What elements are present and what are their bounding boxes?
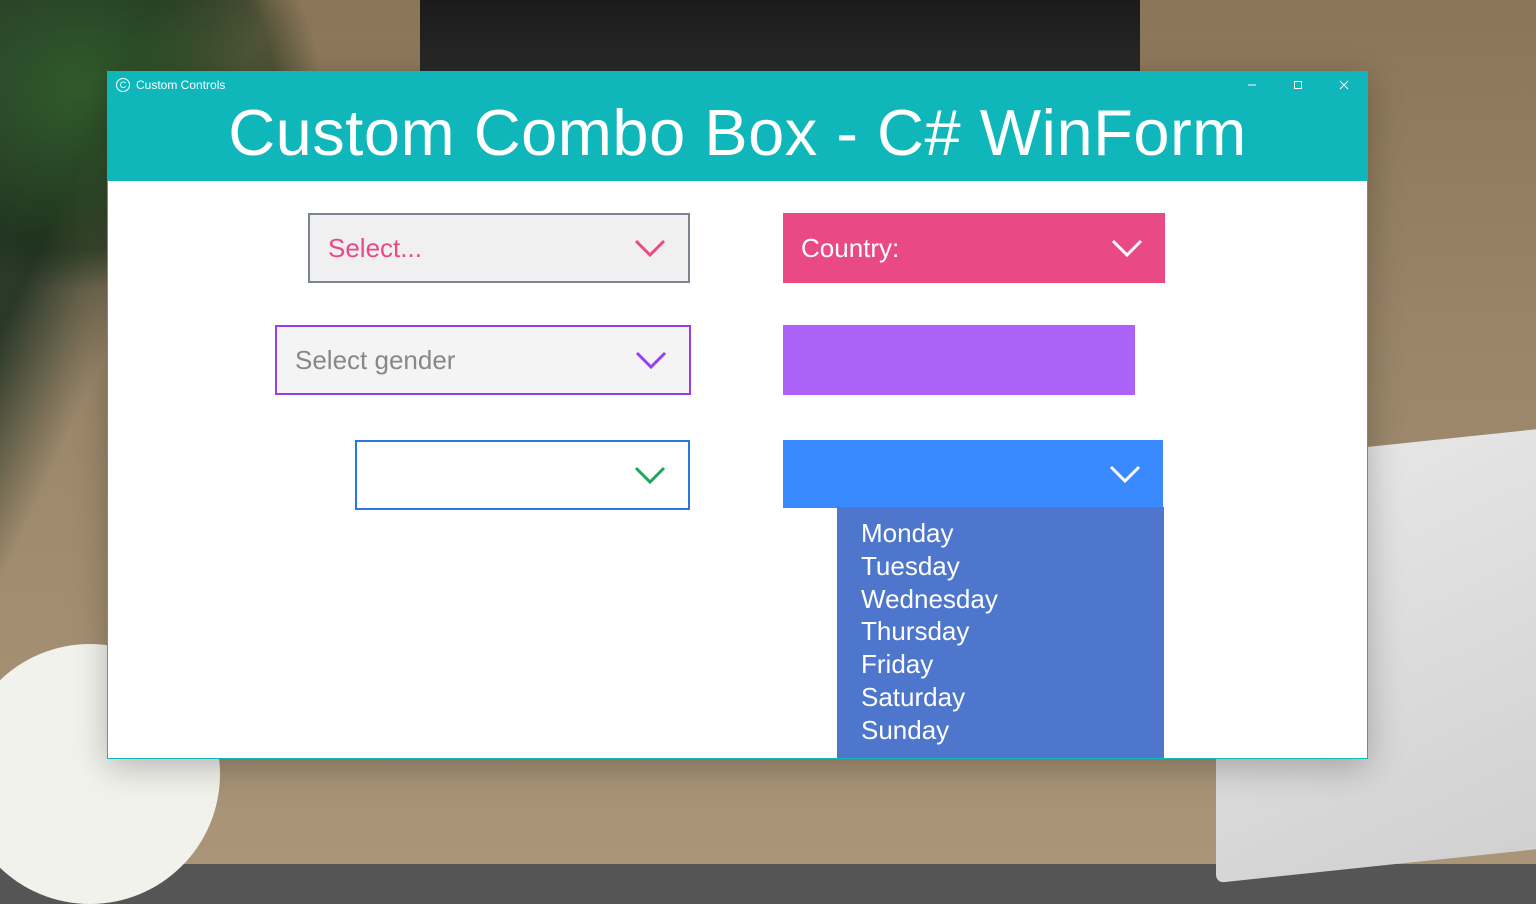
combo-select-label: Select... [328, 233, 630, 264]
maximize-button[interactable] [1275, 72, 1321, 98]
dropdown-option[interactable]: Monday [861, 517, 1140, 550]
dropdown-option[interactable]: Wednesday [861, 583, 1140, 616]
combo-day-dropdown: Monday Tuesday Wednesday Thursday Friday… [837, 507, 1164, 758]
dropdown-option[interactable]: Thursday [861, 615, 1140, 648]
dropdown-option[interactable]: Sunday [861, 714, 1140, 747]
close-button[interactable] [1321, 72, 1367, 98]
window-title: Custom Controls [136, 78, 225, 92]
chevron-down-icon [630, 464, 670, 486]
combo-select[interactable]: Select... [308, 213, 690, 283]
minimize-button[interactable] [1229, 72, 1275, 98]
dropdown-option[interactable]: Tuesday [861, 550, 1140, 583]
dropdown-option[interactable]: Friday [861, 648, 1140, 681]
app-icon: C [116, 78, 130, 92]
page-title: Custom Combo Box - C# WinForm [108, 98, 1367, 181]
combo-country[interactable]: Country: [783, 213, 1165, 283]
combo-gender[interactable]: Select gender [275, 325, 691, 395]
chevron-down-icon [630, 237, 670, 259]
chevron-down-icon [631, 349, 671, 371]
combo-blue-outline[interactable] [355, 440, 690, 510]
combo-purple[interactable] [783, 325, 1135, 395]
titlebar[interactable]: C Custom Controls [108, 72, 1367, 98]
content-area: Select... Country: Select gender [108, 181, 1367, 757]
combo-gender-label: Select gender [295, 345, 631, 376]
dropdown-option[interactable]: Saturday [861, 681, 1140, 714]
chevron-down-icon [1105, 463, 1145, 485]
app-window: C Custom Controls Custom Combo Box - C# … [107, 71, 1368, 759]
combo-country-label: Country: [801, 233, 1107, 264]
combo-day[interactable] [783, 440, 1163, 508]
chevron-down-icon [1107, 237, 1147, 259]
